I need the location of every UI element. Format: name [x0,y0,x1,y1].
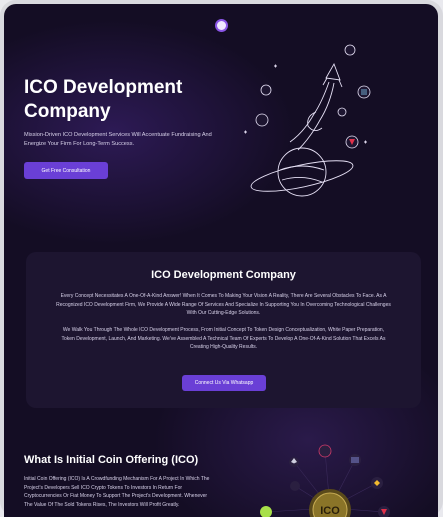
ico-section-paragraph: Initial Coin Offering (ICO) Is A Crowdfu… [24,476,210,508]
camera-dot [217,21,226,30]
about-card-paragraph-1: Every Concept Necessitates A One-Of-A-Ki… [56,293,391,317]
rocket-planet-illustration [244,44,371,197]
crypto-coin-icons [255,44,371,149]
page-viewport[interactable]: ICO Development Company Mission-Driven I… [4,4,438,517]
ico-coin-label: ICO [320,505,340,517]
connect-whatsapp-button[interactable]: Connect Us Via Whatsapp [182,375,266,391]
about-card-title: ICO Development Company [151,269,296,281]
about-card-paragraph-2: We Walk You Through The Whole ICO Develo… [61,327,386,351]
hero-title: ICO Development Company [24,77,183,122]
get-free-consultation-button[interactable]: Get Free Consultation [24,162,108,179]
about-card: ICO Development Company Every Concept Ne… [26,252,421,408]
ico-coin-illustration: ICO [260,444,390,517]
hero-subtitle: Mission-Driven ICO Development Services … [24,132,212,147]
ico-section-title: What Is Initial Coin Offering (ICO) [24,454,199,466]
device-frame: ICO Development Company Mission-Driven I… [0,0,443,517]
